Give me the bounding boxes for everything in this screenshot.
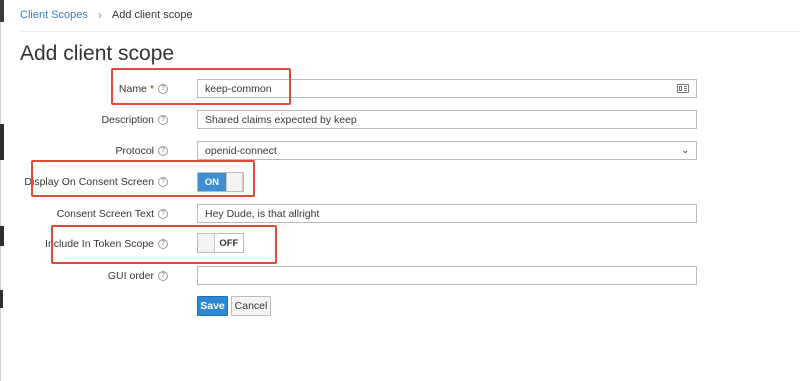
name-input[interactable]: keep-common xyxy=(197,79,697,98)
gui-order-label: GUI order ? xyxy=(108,270,168,282)
description-input-value: Shared claims expected by keep xyxy=(205,113,357,126)
left-edge xyxy=(0,0,5,381)
breadcrumb-current: Add client scope xyxy=(111,9,193,21)
toggle-knob xyxy=(225,173,243,191)
question-circle-icon[interactable]: ? xyxy=(158,177,168,187)
save-button[interactable]: Save xyxy=(197,296,228,316)
header-divider xyxy=(20,31,800,32)
question-circle-icon[interactable]: ? xyxy=(158,115,168,125)
display-on-consent-label: Display On Consent Screen ? xyxy=(24,176,168,188)
toggle-on-label: ON xyxy=(198,173,226,191)
breadcrumb-client-scopes-link[interactable]: Client Scopes xyxy=(20,9,88,21)
page-title: Add client scope xyxy=(20,42,175,65)
consent-text-input-value: Hey Dude, is that allright xyxy=(205,207,320,220)
required-asterisk: * xyxy=(149,83,154,95)
cancel-button[interactable]: Cancel xyxy=(231,296,271,316)
question-circle-icon[interactable]: ? xyxy=(158,239,168,249)
name-label: Name * ? xyxy=(119,83,168,95)
question-circle-icon[interactable]: ? xyxy=(158,146,168,156)
protocol-select[interactable]: openid-connect ⌄ xyxy=(197,141,697,160)
protocol-label: Protocol ? xyxy=(115,145,168,157)
id-card-icon xyxy=(677,84,689,93)
toggle-knob xyxy=(198,234,215,252)
chevron-down-icon: ⌄ xyxy=(681,145,689,155)
description-label: Description ? xyxy=(101,114,168,126)
description-input[interactable]: Shared claims expected by keep xyxy=(197,110,697,129)
include-in-token-scope-toggle[interactable]: OFF xyxy=(197,233,244,253)
question-circle-icon[interactable]: ? xyxy=(158,84,168,94)
question-circle-icon[interactable]: ? xyxy=(158,271,168,281)
display-on-consent-toggle[interactable]: ON xyxy=(197,172,244,192)
name-input-value: keep-common xyxy=(205,82,272,95)
protocol-select-value: openid-connect xyxy=(205,144,277,157)
breadcrumb-separator: › xyxy=(97,8,102,22)
consent-text-label: Consent Screen Text ? xyxy=(57,208,168,220)
gui-order-input[interactable] xyxy=(197,266,697,285)
breadcrumb: Client Scopes › Add client scope xyxy=(20,8,193,22)
toggle-off-label: OFF xyxy=(219,237,239,249)
question-circle-icon[interactable]: ? xyxy=(158,209,168,219)
consent-text-input[interactable]: Hey Dude, is that allright xyxy=(197,204,697,223)
include-in-token-scope-label: Include In Token Scope ? xyxy=(45,238,168,250)
